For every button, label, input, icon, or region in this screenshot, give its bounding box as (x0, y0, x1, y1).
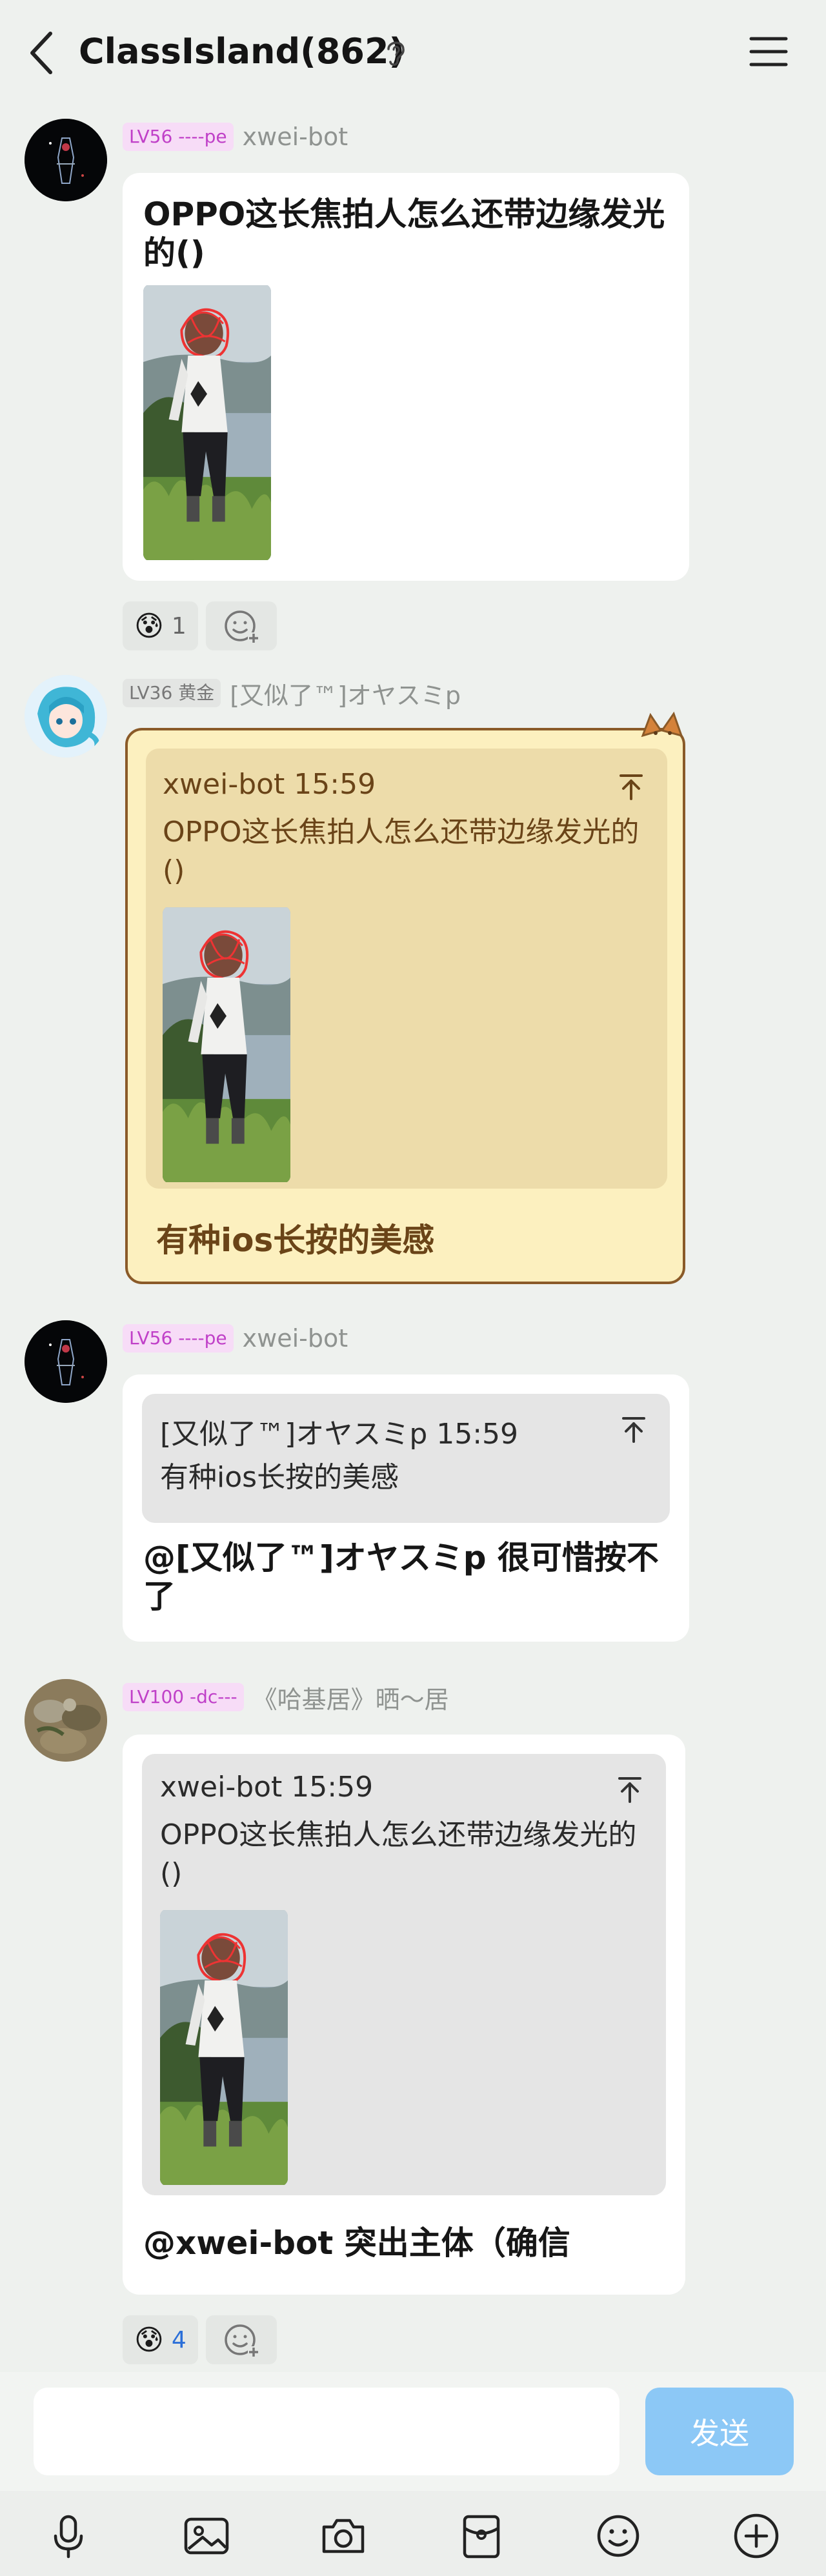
avatar-xwei-bot[interactable] (25, 119, 107, 201)
message-text: 有种ios长按的美感 (156, 1222, 435, 1259)
reaction-chip[interactable]: 😰 4 (123, 2315, 198, 2364)
emoji-icon[interactable] (592, 2510, 644, 2562)
quote-body: OPPO这长焦拍人怎么还带边缘发光的() (160, 1818, 637, 1890)
sender-nickname[interactable]: xwei-bot (243, 1324, 348, 1353)
message-bubble[interactable]: [又似了™]オヤスミp 15:59 有种ios长按的美感 @[又似了™]オヤスミ… (123, 1374, 689, 1642)
message-bubble[interactable]: OPPO这长焦拍人怎么还带边缘发光的() (123, 173, 689, 581)
fearful-face-icon: 😰 (134, 2323, 164, 2357)
quoted-photo[interactable] (163, 906, 290, 1183)
avatar-xwei-bot[interactable] (25, 1320, 107, 1403)
sender-meta: LV56 ----pe xwei-bot (123, 1323, 348, 1354)
red-packet-icon[interactable] (456, 2510, 507, 2562)
cat-ears-decoration (641, 711, 683, 737)
message-text: @[又似了™]オヤスミp 很可惜按不了 (143, 1539, 659, 1615)
message-photo[interactable] (143, 284, 271, 561)
quoted-message[interactable]: [又似了™]オヤスミp 15:59 有种ios长按的美感 (142, 1394, 670, 1523)
quote-header: xwei-bot 15:59 (163, 768, 376, 801)
reaction-count: 4 (171, 2326, 186, 2353)
hamburger-menu-icon[interactable] (749, 34, 789, 70)
reaction-bar: 😰 4 (123, 2315, 277, 2364)
avatar-image (25, 675, 107, 758)
send-button[interactable]: 发送 (645, 2388, 794, 2475)
avatar-hajiju[interactable] (25, 1679, 107, 1762)
ear-icon[interactable] (381, 36, 410, 68)
avatar-oyasumi[interactable] (25, 675, 107, 758)
level-badge: LV56 ----pe (123, 1324, 234, 1353)
jump-to-original-icon[interactable] (614, 1775, 645, 1806)
avatar-image (25, 1320, 107, 1403)
fearful-face-icon: 😰 (134, 609, 164, 643)
jump-to-original-icon[interactable] (618, 1414, 649, 1445)
sender-nickname[interactable]: xwei-bot (243, 123, 348, 151)
camera-icon[interactable] (317, 2510, 369, 2562)
message-text: OPPO这长焦拍人怎么还带边缘发光的() (143, 196, 665, 272)
microphone-icon[interactable] (43, 2510, 94, 2562)
sender-meta: LV100 -dc--- 《哈基居》晒～居 (123, 1680, 449, 1715)
add-emoji-icon (225, 2324, 259, 2358)
avatar-image (25, 119, 107, 201)
quote-body: 有种ios长按的美感 (160, 1461, 399, 1494)
quoted-message[interactable]: xwei-bot 15:59 OPPO这长焦拍人怎么还带边缘发光的() (146, 749, 667, 1189)
input-toolbar (0, 2491, 826, 2576)
quote-body: OPPO这长焦拍人怎么还带边缘发光的() (163, 816, 640, 887)
reaction-chip[interactable]: 😰 1 (123, 601, 198, 650)
reaction-count: 1 (171, 612, 186, 639)
composer: 发送 (0, 2372, 826, 2491)
quoted-photo[interactable] (160, 1909, 288, 2186)
sender-nickname[interactable]: 《哈基居》晒～居 (253, 1680, 449, 1715)
add-emoji-icon (225, 610, 259, 644)
level-badge: LV36 黄金 (123, 679, 221, 707)
top-bar: ClassIsland(862) (0, 0, 826, 103)
message-bubble[interactable]: xwei-bot 15:59 OPPO这长焦拍人怎么还带边缘发光的() @xwe… (123, 1735, 685, 2295)
quote-header: xwei-bot 15:59 (160, 1771, 374, 1804)
add-reaction-button[interactable] (205, 2315, 277, 2364)
message-bubble-themed[interactable]: xwei-bot 15:59 OPPO这长焦拍人怎么还带边缘发光的() 有种io… (125, 711, 685, 1284)
level-badge: LV56 ----pe (123, 123, 234, 151)
message-input[interactable] (34, 2388, 620, 2475)
quote-header: [又似了™]オヤスミp 15:59 (160, 1418, 519, 1451)
reaction-bar: 😰 1 (123, 601, 277, 650)
add-reaction-button[interactable] (205, 601, 277, 650)
sender-meta: LV36 黄金 [又似了™]オヤスミp (123, 676, 461, 711)
jump-to-original-icon[interactable] (616, 772, 647, 803)
sender-meta: LV56 ----pe xwei-bot (123, 121, 348, 152)
avatar-image (25, 1679, 107, 1762)
image-icon[interactable] (181, 2510, 232, 2562)
sender-nickname[interactable]: [又似了™]オヤスミp (230, 676, 461, 711)
message-text: @xwei-bot 突出主体（确信 (143, 2224, 570, 2262)
quoted-message[interactable]: xwei-bot 15:59 OPPO这长焦拍人怎么还带边缘发光的() (142, 1754, 666, 2195)
level-badge: LV100 -dc--- (123, 1683, 244, 1711)
chat-title[interactable]: ClassIsland(862) (79, 31, 405, 72)
plus-icon[interactable] (730, 2510, 782, 2562)
chevron-left-icon[interactable] (26, 27, 58, 79)
